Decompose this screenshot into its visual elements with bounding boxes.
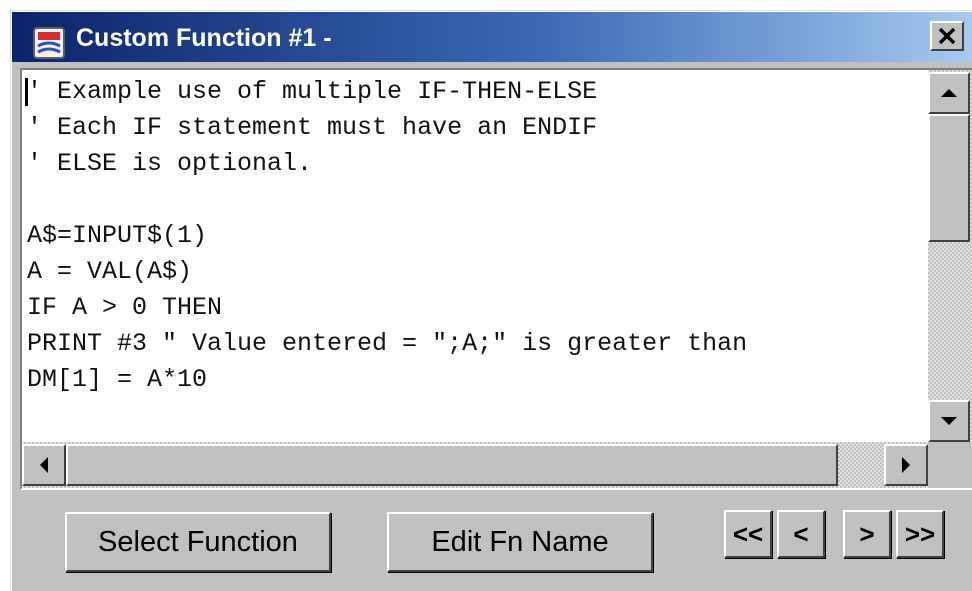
code-line-2: ' Each IF statement must have an ENDIF — [27, 113, 598, 142]
scroll-right-button[interactable] — [884, 444, 928, 486]
last-button[interactable]: >> — [896, 510, 944, 558]
close-x-icon — [938, 27, 956, 45]
select-function-button[interactable]: Select Function — [65, 512, 331, 572]
arrow-up-icon — [941, 89, 957, 97]
arrow-right-icon — [902, 457, 910, 473]
scrollbar-corner — [928, 442, 972, 488]
arrow-left-icon — [40, 457, 48, 473]
next-button[interactable]: > — [843, 510, 891, 558]
vertical-scroll-thumb[interactable] — [928, 114, 970, 242]
title-bar[interactable]: Custom Function #1 - — [12, 12, 972, 62]
code-line-8: PRINT #3 " Value entered = ";A;" is grea… — [27, 329, 748, 358]
previous-button[interactable]: < — [777, 510, 825, 558]
close-button[interactable] — [930, 21, 964, 51]
code-editor[interactable]: ' Example use of multiple IF-THEN-ELSE '… — [22, 70, 928, 442]
scroll-up-button[interactable] — [928, 72, 970, 114]
arrow-down-icon — [941, 417, 957, 425]
horizontal-scroll-thumb[interactable] — [66, 444, 838, 486]
code-line-1: ' Example use of multiple IF-THEN-ELSE — [27, 77, 598, 106]
custom-function-app-icon[interactable] — [32, 26, 66, 60]
code-line-9: DM[1] = A*10 — [27, 365, 208, 394]
code-line-3: ' ELSE is optional. — [27, 149, 313, 178]
edit-fn-name-button[interactable]: Edit Fn Name — [387, 512, 653, 572]
window-title: Custom Function #1 - — [76, 24, 332, 52]
scroll-left-button[interactable] — [22, 444, 66, 486]
scroll-down-button[interactable] — [928, 400, 970, 442]
code-line-5: A$=INPUT$(1) — [27, 221, 208, 250]
code-line-7: IF A > 0 THEN — [27, 293, 223, 322]
code-line-6: A = VAL(A$) — [27, 257, 193, 286]
first-button[interactable]: << — [724, 510, 772, 558]
